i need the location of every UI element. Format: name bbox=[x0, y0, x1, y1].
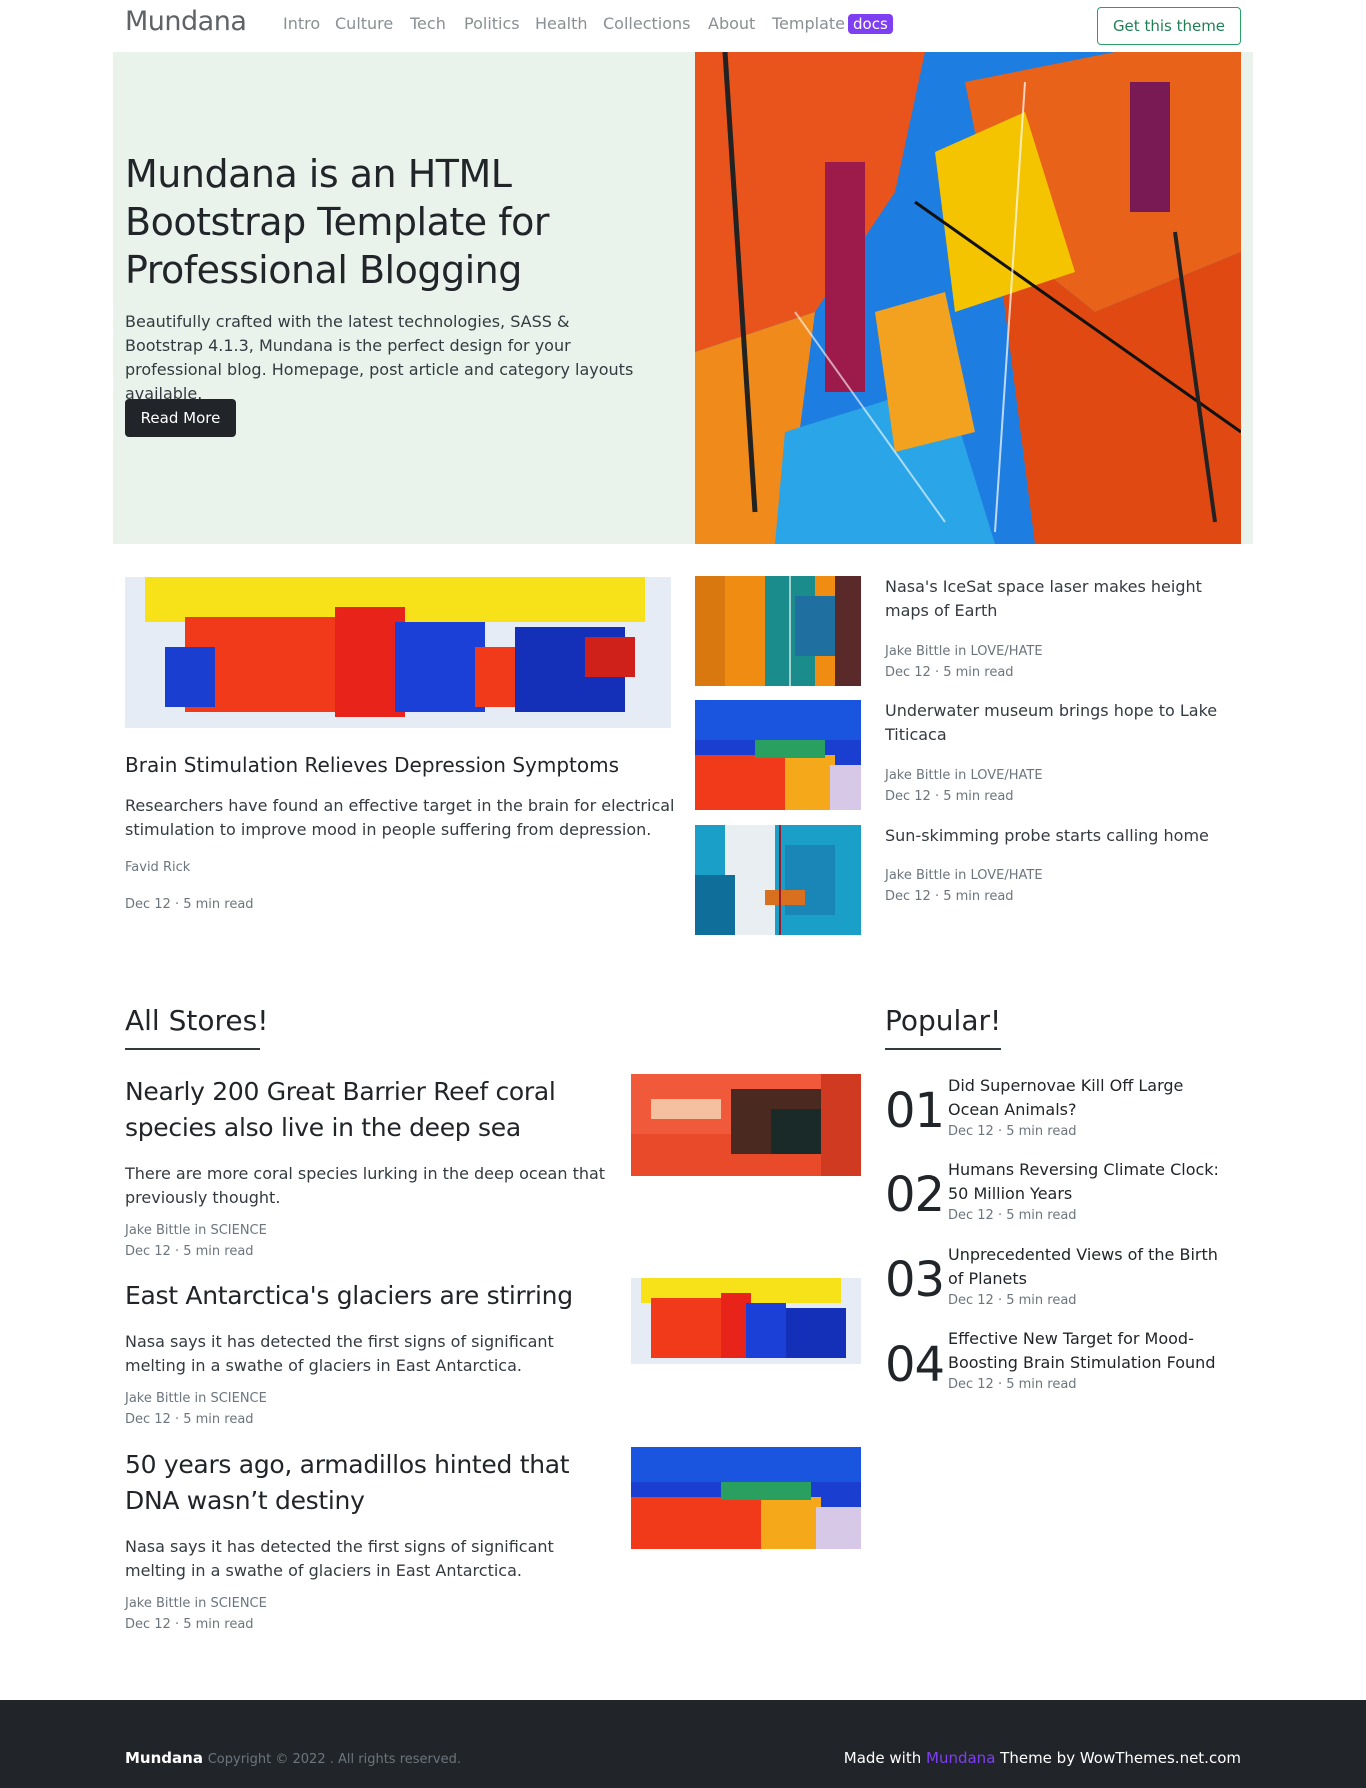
side-post-author[interactable]: Jake Bittle in LOVE/HATE bbox=[885, 644, 1043, 659]
story-excerpt: Nasa says it has detected the first sign… bbox=[125, 1537, 554, 1580]
footer-made-prefix: Made with bbox=[843, 1749, 922, 1767]
hero-jumbotron: Mundana is an HTML Bootstrap Template fo… bbox=[113, 52, 1253, 544]
story-excerpt: There are more coral species lurking in … bbox=[125, 1164, 606, 1207]
nav-link-about[interactable]: About bbox=[708, 14, 755, 33]
all-stories-underline bbox=[125, 1048, 260, 1050]
hero-painting-image bbox=[695, 52, 1241, 544]
side-post-image[interactable] bbox=[695, 700, 861, 810]
story-title[interactable]: Nearly 200 Great Barrier Reef coral spec… bbox=[125, 1074, 625, 1146]
footer-copyright-line: Mundana Copyright © 2022 . All rights re… bbox=[125, 1749, 461, 1767]
popular-rank-number: 04 bbox=[885, 1337, 945, 1393]
popular-heading: Popular! bbox=[885, 1004, 1002, 1037]
story-image[interactable] bbox=[631, 1278, 861, 1364]
popular-underline bbox=[885, 1048, 1001, 1050]
popular-post-title[interactable]: Did Supernovae Kill Off Large Ocean Anim… bbox=[948, 1074, 1238, 1122]
top-navbar: Mundana Intro Culture Tech Politics Heal… bbox=[0, 0, 1366, 52]
nav-link-health[interactable]: Health bbox=[535, 14, 588, 33]
story-title[interactable]: 50 years ago, armadillos hinted that DNA… bbox=[125, 1447, 625, 1519]
featured-post-meta: Dec 12 · 5 min read bbox=[125, 897, 254, 912]
story-meta: Dec 12 · 5 min read bbox=[125, 1244, 254, 1259]
story-image[interactable] bbox=[631, 1447, 861, 1549]
story-author[interactable]: Jake Bittle in SCIENCE bbox=[125, 1391, 267, 1406]
featured-post-author[interactable]: Favid Rick bbox=[125, 860, 190, 875]
footer-copyright: Copyright © 2022 . All rights reserved. bbox=[207, 1752, 461, 1767]
popular-post-title[interactable]: Humans Reversing Climate Clock: 50 Milli… bbox=[948, 1158, 1238, 1206]
nav-link-template[interactable]: Template docs bbox=[772, 14, 893, 34]
side-post-title[interactable]: Underwater museum brings hope to Lake Ti… bbox=[885, 699, 1230, 747]
nav-link-template-label: Template bbox=[772, 14, 846, 33]
side-post-image[interactable] bbox=[695, 825, 861, 935]
side-post-meta: Dec 12 · 5 min read bbox=[885, 665, 1014, 680]
footer-made-suffix[interactable]: Theme by WowThemes.net.com bbox=[1000, 1749, 1241, 1767]
nav-link-politics[interactable]: Politics bbox=[464, 14, 520, 33]
side-post-title[interactable]: Sun-skimming probe starts calling home bbox=[885, 824, 1230, 848]
hero-text: Beautifully crafted with the latest tech… bbox=[125, 312, 634, 403]
side-post-image[interactable] bbox=[695, 576, 861, 686]
popular-post-title[interactable]: Effective New Target for Mood-Boosting B… bbox=[948, 1327, 1238, 1375]
hero-title: Mundana is an HTML Bootstrap Template fo… bbox=[125, 152, 550, 292]
popular-rank-number: 01 bbox=[885, 1083, 945, 1139]
docs-badge: docs bbox=[848, 14, 893, 34]
side-post-author[interactable]: Jake Bittle in LOVE/HATE bbox=[885, 868, 1043, 883]
nav-link-tech[interactable]: Tech bbox=[410, 14, 446, 33]
get-theme-button[interactable]: Get this theme bbox=[1097, 7, 1241, 45]
footer-brand[interactable]: Mundana bbox=[125, 1749, 203, 1767]
footer-credits: Made with Mundana Theme by WowThemes.net… bbox=[844, 1749, 1241, 1767]
popular-post-meta: Dec 12 · 5 min read bbox=[948, 1124, 1077, 1139]
featured-post-title[interactable]: Brain Stimulation Relieves Depression Sy… bbox=[125, 753, 675, 777]
side-post-author[interactable]: Jake Bittle in LOVE/HATE bbox=[885, 768, 1043, 783]
story-title[interactable]: East Antarctica's glaciers are stirring bbox=[125, 1278, 625, 1314]
popular-post-meta: Dec 12 · 5 min read bbox=[948, 1208, 1077, 1223]
popular-post-meta: Dec 12 · 5 min read bbox=[948, 1377, 1077, 1392]
nav-link-intro[interactable]: Intro bbox=[283, 14, 320, 33]
page-footer: Mundana Copyright © 2022 . All rights re… bbox=[0, 1700, 1366, 1788]
read-more-button[interactable]: Read More bbox=[125, 399, 236, 437]
story-author[interactable]: Jake Bittle in SCIENCE bbox=[125, 1596, 267, 1611]
side-post-meta: Dec 12 · 5 min read bbox=[885, 789, 1014, 804]
featured-post-excerpt: Researchers have found an effective targ… bbox=[125, 796, 675, 839]
side-post-meta: Dec 12 · 5 min read bbox=[885, 889, 1014, 904]
nav-link-collections[interactable]: Collections bbox=[603, 14, 690, 33]
story-meta: Dec 12 · 5 min read bbox=[125, 1617, 254, 1632]
story-author[interactable]: Jake Bittle in SCIENCE bbox=[125, 1223, 267, 1238]
all-stories-heading: All Stores! bbox=[125, 1004, 269, 1037]
footer-made-brand-link[interactable]: Mundana bbox=[926, 1749, 995, 1767]
brand-logo[interactable]: Mundana bbox=[125, 6, 247, 37]
side-post-title[interactable]: Nasa's IceSat space laser makes height m… bbox=[885, 575, 1230, 623]
popular-rank-number: 02 bbox=[885, 1167, 945, 1223]
popular-rank-number: 03 bbox=[885, 1252, 945, 1308]
story-meta: Dec 12 · 5 min read bbox=[125, 1412, 254, 1427]
story-image[interactable] bbox=[631, 1074, 861, 1176]
popular-post-title[interactable]: Unprecedented Views of the Birth of Plan… bbox=[948, 1243, 1238, 1291]
popular-post-meta: Dec 12 · 5 min read bbox=[948, 1293, 1077, 1308]
nav-link-culture[interactable]: Culture bbox=[335, 14, 393, 33]
featured-post-image[interactable] bbox=[125, 577, 671, 728]
story-excerpt: Nasa says it has detected the first sign… bbox=[125, 1332, 554, 1375]
